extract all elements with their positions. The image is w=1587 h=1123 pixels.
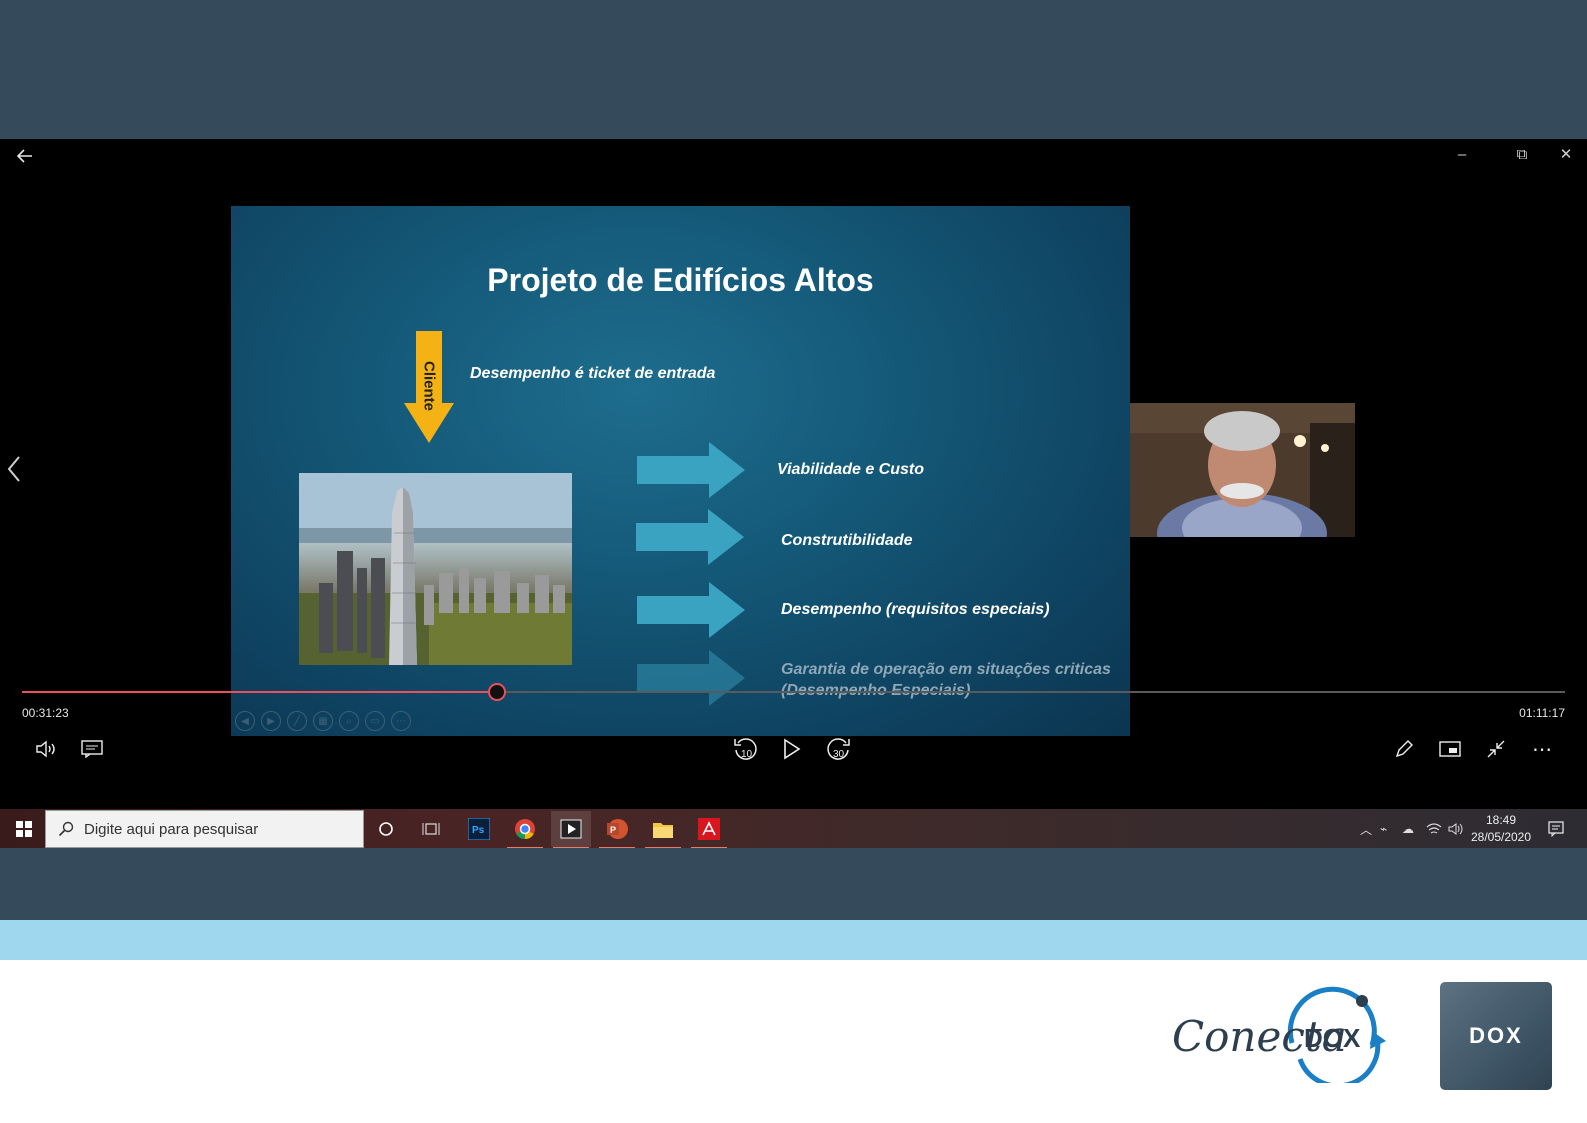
photoshop-icon[interactable]: Ps bbox=[459, 811, 499, 847]
top-band bbox=[0, 0, 1587, 139]
webcam-feed bbox=[1130, 403, 1355, 537]
cliente-label: Cliente bbox=[420, 360, 438, 411]
bullet-garantia: Garantia de operação em situações critic… bbox=[781, 661, 1111, 678]
search-icon bbox=[58, 821, 74, 837]
slide-toolbar: ◀ ▶ ╱ ▦ ⌕ ▭ ⋯ bbox=[235, 711, 411, 731]
taskbar-search[interactable]: Digite aqui para pesquisar bbox=[45, 810, 364, 848]
ticket-text: Desempenho é ticket de entrada bbox=[470, 365, 716, 382]
more-icon[interactable]: ⋯ bbox=[391, 711, 411, 731]
back-arrow-icon[interactable] bbox=[10, 143, 40, 169]
search-placeholder: Digite aqui para pesquisar bbox=[84, 820, 259, 838]
seek-progress bbox=[22, 691, 496, 693]
svg-text:Ps: Ps bbox=[472, 825, 485, 836]
network-adapter-icon[interactable]: ⌁ bbox=[1380, 809, 1387, 849]
mini-view-icon[interactable] bbox=[1434, 733, 1466, 765]
skip-forward-label: 30 bbox=[833, 749, 845, 760]
restore-button[interactable]: ⧉ bbox=[1502, 139, 1542, 169]
pen-edit-icon[interactable] bbox=[1388, 733, 1420, 765]
skyscraper-photo bbox=[299, 473, 572, 665]
arrow-right-icon bbox=[636, 509, 744, 565]
arrow-right-icon bbox=[637, 442, 745, 498]
onedrive-icon[interactable]: ☁ bbox=[1402, 809, 1414, 849]
prev-slide-icon[interactable]: ◀ bbox=[235, 711, 255, 731]
close-button[interactable]: ✕ bbox=[1546, 139, 1586, 169]
file-explorer-icon[interactable] bbox=[643, 811, 683, 849]
notifications-icon[interactable] bbox=[1548, 809, 1564, 849]
seek-thumb[interactable] bbox=[488, 683, 506, 701]
elapsed-time: 00:31:23 bbox=[22, 706, 69, 720]
slides-grid-icon[interactable]: ▦ bbox=[313, 711, 333, 731]
dox-logo: DOX bbox=[1440, 982, 1552, 1090]
next-slide-icon[interactable]: ▶ bbox=[261, 711, 281, 731]
windows-start-icon[interactable] bbox=[6, 809, 42, 849]
zoom-icon[interactable]: ⌕ bbox=[339, 711, 359, 731]
screen-icon[interactable]: ▭ bbox=[365, 711, 385, 731]
minimize-button[interactable]: – bbox=[1442, 139, 1482, 169]
slide-title: Projeto de Edifícios Altos bbox=[487, 262, 874, 298]
conecta-dox-text: DOX bbox=[1304, 1023, 1361, 1053]
arrow-right-icon bbox=[637, 582, 745, 638]
total-time: 01:11:17 bbox=[1519, 706, 1565, 720]
chrome-icon[interactable] bbox=[505, 811, 545, 849]
tray-chevron-icon[interactable]: ︿ bbox=[1360, 809, 1372, 849]
bullet-construtibilidade: Construtibilidade bbox=[781, 532, 913, 549]
powerpoint-icon[interactable]: P bbox=[597, 811, 637, 849]
skip-back-button[interactable]: 10 bbox=[730, 733, 762, 765]
bullet-viabilidade: Viabilidade e Custo bbox=[777, 461, 924, 478]
clock-time: 18:49 bbox=[1485, 813, 1517, 827]
exit-fullscreen-icon[interactable] bbox=[1480, 733, 1512, 765]
clock-date: 28/05/2020 bbox=[1470, 830, 1532, 844]
cortana-icon[interactable] bbox=[366, 811, 406, 847]
more-options-icon[interactable]: ⋯ bbox=[1526, 733, 1558, 765]
speaker-icon[interactable] bbox=[1448, 809, 1464, 849]
pen-icon[interactable]: ╱ bbox=[287, 711, 307, 731]
skip-forward-button[interactable]: 30 bbox=[822, 733, 854, 765]
dox-logo-text: DOX bbox=[1469, 1023, 1523, 1048]
task-view-icon[interactable] bbox=[411, 811, 451, 847]
volume-icon[interactable] bbox=[30, 733, 62, 765]
taskbar-clock[interactable]: 18:49 28/05/2020 bbox=[1466, 812, 1536, 846]
acrobat-icon[interactable] bbox=[689, 811, 729, 849]
play-button[interactable] bbox=[776, 733, 808, 765]
previous-chevron-icon[interactable] bbox=[6, 455, 22, 490]
footer: Conecta DOX DOX bbox=[0, 960, 1587, 1123]
video-player-icon[interactable] bbox=[551, 811, 591, 849]
bullet-desempenho: Desempenho (requisitos especiais) bbox=[781, 601, 1050, 618]
video-player: – ⧉ ✕ Projeto de Edifícios Altos Cliente… bbox=[0, 139, 1587, 809]
mid-band bbox=[0, 848, 1587, 920]
skip-back-label: 10 bbox=[741, 749, 753, 760]
light-band bbox=[0, 920, 1587, 960]
svg-text:P: P bbox=[610, 825, 616, 835]
presentation-slide: Projeto de Edifícios Altos Cliente Desem… bbox=[231, 206, 1130, 736]
captions-icon[interactable] bbox=[76, 733, 108, 765]
wifi-icon[interactable] bbox=[1426, 809, 1442, 849]
arrow-right-icon bbox=[637, 650, 745, 706]
conecta-dox-logo: Conecta DOX bbox=[1172, 986, 1386, 1083]
windows-taskbar: Digite aqui para pesquisar Ps P ︿ ⌁ ☁ 18… bbox=[0, 809, 1587, 849]
